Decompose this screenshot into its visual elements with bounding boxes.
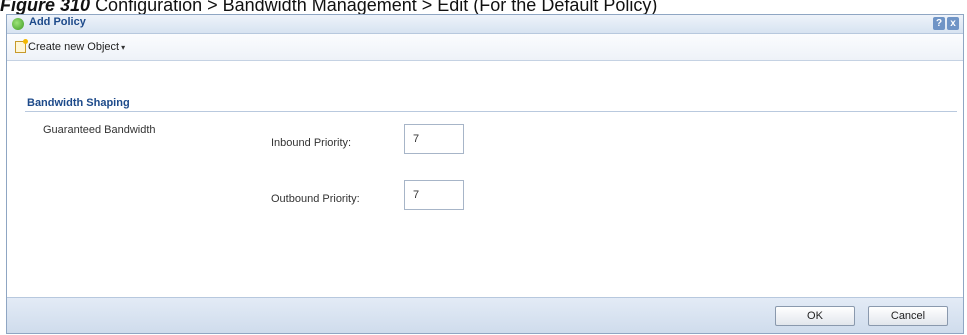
help-button[interactable]: ? <box>933 17 945 30</box>
cancel-button[interactable]: Cancel <box>868 306 948 326</box>
dialog-title: Add Policy <box>29 16 86 28</box>
inbound-priority-input[interactable]: 7 <box>404 124 464 154</box>
outbound-priority-label: Outbound Priority: <box>271 193 360 205</box>
dialog-toolbar: Create new Object ▾ <box>7 34 963 61</box>
section-title: Bandwidth Shaping <box>27 97 130 109</box>
guaranteed-bandwidth-label: Guaranteed Bandwidth <box>43 124 156 136</box>
outbound-priority-input[interactable]: 7 <box>404 180 464 210</box>
dialog-footer: OK Cancel <box>7 297 963 333</box>
green-circle-icon <box>12 18 24 30</box>
new-object-icon <box>15 39 28 53</box>
figure-label: Figure 310 <box>0 0 91 15</box>
section-divider <box>25 111 957 112</box>
figure-caption-text: Configuration > Bandwidth Management > E… <box>95 0 658 15</box>
add-policy-dialog: Add Policy ? x Create new Object ▾ Bandw… <box>6 14 964 334</box>
create-new-object-label: Create new Object <box>28 41 120 53</box>
ok-button[interactable]: OK <box>775 306 855 326</box>
title-buttons: ? x <box>933 17 959 30</box>
chevron-down-icon: ▾ <box>121 42 126 52</box>
close-button[interactable]: x <box>947 17 959 30</box>
create-new-object-button[interactable]: Create new Object ▾ <box>15 39 125 55</box>
inbound-priority-label: Inbound Priority: <box>271 137 352 149</box>
dialog-titlebar: Add Policy ? x <box>7 15 963 34</box>
